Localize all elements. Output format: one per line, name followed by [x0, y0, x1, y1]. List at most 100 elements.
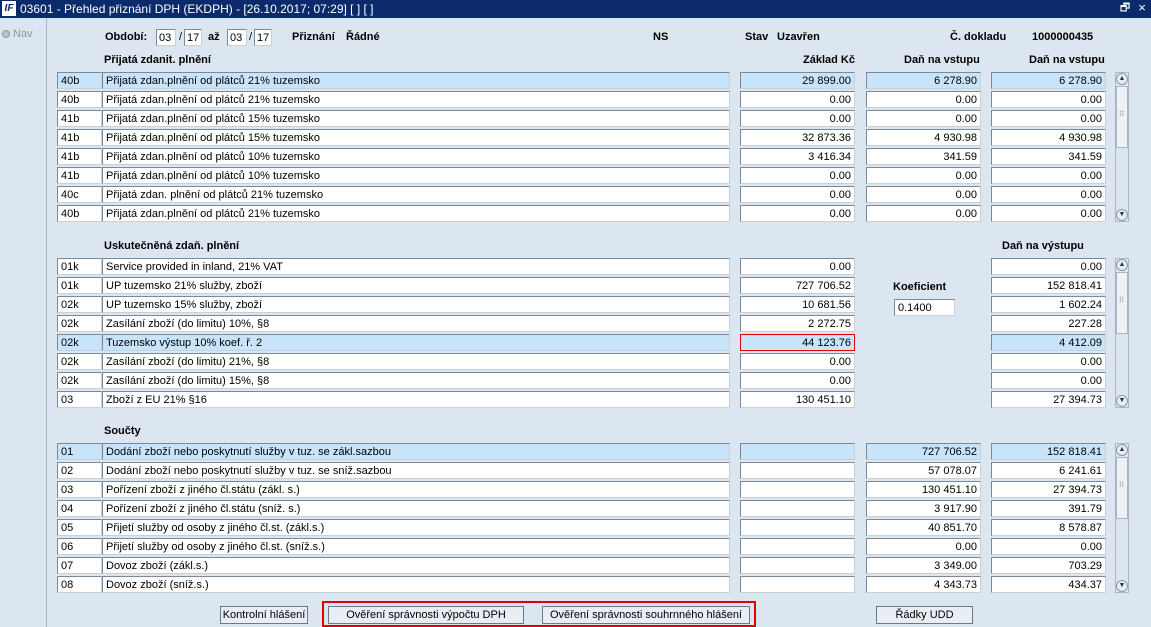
row-zaklad-field[interactable]: 2 272.75	[740, 315, 855, 332]
row-dan-vstupu-field-2[interactable]: 0.00	[991, 167, 1106, 184]
koeficient-field[interactable]: 0.1400	[894, 299, 955, 316]
row-zaklad-total-field[interactable]: 4 343.73	[866, 576, 981, 593]
row-zaklad-total-field[interactable]: 3 349.00	[866, 557, 981, 574]
row-zaklad-field[interactable]: 0.00	[740, 258, 855, 275]
row-zaklad-field[interactable]	[740, 443, 855, 460]
row-code-field[interactable]: 40b	[57, 205, 102, 222]
close-window-icon[interactable]: ×	[1136, 1, 1148, 15]
row-dan-vystupu-field[interactable]: 227.28	[991, 315, 1106, 332]
row-dan-vstupu-field[interactable]: 0.00	[866, 110, 981, 127]
row-description-field[interactable]: Zasílání zboží (do limitu) 15%, §8	[102, 372, 730, 389]
row-zaklad-field[interactable]: 0.00	[740, 353, 855, 370]
nav-toggle[interactable]: Nav	[2, 28, 33, 40]
prijata-scrollbar[interactable]: ▲ ⁝⁝ ▼	[1115, 72, 1129, 222]
row-description-field[interactable]: Zboží z EU 21% §16	[102, 391, 730, 408]
row-dan-vystupu-field[interactable]: 1 602.24	[991, 296, 1106, 313]
row-description-field[interactable]: Tuzemsko výstup 10% koef. ř. 2	[102, 334, 730, 351]
row-zaklad-field[interactable]: 0.00	[740, 372, 855, 389]
row-dan-total-field[interactable]: 0.00	[991, 538, 1106, 555]
scroll-up-icon[interactable]: ▲	[1116, 73, 1128, 85]
row-zaklad-total-field[interactable]: 40 851.70	[866, 519, 981, 536]
row-zaklad-field[interactable]: 0.00	[740, 110, 855, 127]
row-dan-vstupu-field-2[interactable]: 0.00	[991, 205, 1106, 222]
row-description-field[interactable]: Přijatá zdan.plnění od plátců 21% tuzems…	[102, 72, 730, 89]
row-code-field[interactable]: 40b	[57, 72, 102, 89]
from-month-field[interactable]: 03	[156, 29, 176, 46]
to-year-field[interactable]: 17	[254, 29, 272, 46]
restore-window-icon[interactable]: 🗗	[1119, 2, 1131, 15]
row-description-field[interactable]: Pořízení zboží z jiného čl.státu (zákl. …	[102, 481, 730, 498]
row-zaklad-total-field[interactable]: 3 917.90	[866, 500, 981, 517]
row-dan-vstupu-field-2[interactable]: 0.00	[991, 110, 1106, 127]
scroll-down-icon[interactable]: ▼	[1116, 580, 1128, 592]
row-code-field[interactable]: 03	[57, 391, 102, 408]
row-description-field[interactable]: Dodání zboží nebo poskytnutí služby v tu…	[102, 443, 730, 460]
row-dan-vstupu-field[interactable]: 4 930.98	[866, 129, 981, 146]
row-code-field[interactable]: 03	[57, 481, 102, 498]
row-zaklad-field[interactable]	[740, 462, 855, 479]
to-month-field[interactable]: 03	[227, 29, 247, 46]
row-dan-total-field[interactable]: 27 394.73	[991, 481, 1106, 498]
row-description-field[interactable]: Dovoz zboží (sníž.s.)	[102, 576, 730, 593]
row-code-field[interactable]: 01k	[57, 277, 102, 294]
row-code-field[interactable]: 06	[57, 538, 102, 555]
row-code-field[interactable]: 07	[57, 557, 102, 574]
row-dan-vstupu-field[interactable]: 0.00	[866, 167, 981, 184]
row-dan-total-field[interactable]: 8 578.87	[991, 519, 1106, 536]
row-code-field[interactable]: 02k	[57, 315, 102, 332]
kontrolni-hlaseni-button[interactable]: Kontrolní hlášení	[220, 606, 308, 624]
row-description-field[interactable]: Pořízení zboží z jiného čl.státu (sníž. …	[102, 500, 730, 517]
scroll-thumb[interactable]: ⁝⁝	[1116, 86, 1128, 148]
row-dan-vystupu-field[interactable]: 0.00	[991, 372, 1106, 389]
row-dan-total-field[interactable]: 152 818.41	[991, 443, 1106, 460]
overeni-souhrn-button[interactable]: Ověření správnosti souhrnného hlášení	[542, 606, 750, 624]
row-code-field[interactable]: 02	[57, 462, 102, 479]
row-description-field[interactable]: Přijatá zdan.plnění od plátců 15% tuzems…	[102, 110, 730, 127]
uskutecnena-scrollbar[interactable]: ▲ ⁝⁝ ▼	[1115, 258, 1129, 408]
row-dan-total-field[interactable]: 434.37	[991, 576, 1106, 593]
row-zaklad-total-field[interactable]: 130 451.10	[866, 481, 981, 498]
row-zaklad-total-field[interactable]: 57 078.07	[866, 462, 981, 479]
row-description-field[interactable]: Přijatá zdan.plnění od plátců 21% tuzems…	[102, 205, 730, 222]
row-code-field[interactable]: 04	[57, 500, 102, 517]
row-zaklad-field[interactable]	[740, 538, 855, 555]
scroll-thumb[interactable]: ⁝⁝	[1116, 457, 1128, 519]
row-code-field[interactable]: 41b	[57, 129, 102, 146]
row-description-field[interactable]: Zasílání zboží (do limitu) 21%, §8	[102, 353, 730, 370]
row-dan-vstupu-field[interactable]: 6 278.90	[866, 72, 981, 89]
row-code-field[interactable]: 40c	[57, 186, 102, 203]
row-description-field[interactable]: Zasílání zboží (do limitu) 10%, §8	[102, 315, 730, 332]
row-description-field[interactable]: Přijatá zdan.plnění od plátců 21% tuzems…	[102, 91, 730, 108]
row-zaklad-field[interactable]: 130 451.10	[740, 391, 855, 408]
row-dan-total-field[interactable]: 391.79	[991, 500, 1106, 517]
row-description-field[interactable]: Dovoz zboží (zákl.s.)	[102, 557, 730, 574]
row-zaklad-field[interactable]: 727 706.52	[740, 277, 855, 294]
row-dan-vstupu-field-2[interactable]: 6 278.90	[991, 72, 1106, 89]
row-dan-vstupu-field-2[interactable]: 0.00	[991, 186, 1106, 203]
row-dan-vstupu-field[interactable]: 0.00	[866, 205, 981, 222]
scroll-down-icon[interactable]: ▼	[1116, 209, 1128, 221]
row-code-field[interactable]: 40b	[57, 91, 102, 108]
row-zaklad-field[interactable]	[740, 500, 855, 517]
row-description-field[interactable]: Service provided in inland, 21% VAT	[102, 258, 730, 275]
row-zaklad-field[interactable]: 0.00	[740, 186, 855, 203]
row-dan-vstupu-field[interactable]: 0.00	[866, 186, 981, 203]
row-zaklad-field[interactable]	[740, 576, 855, 593]
scroll-thumb[interactable]: ⁝⁝	[1116, 272, 1128, 334]
row-zaklad-field[interactable]: 44 123.76	[740, 334, 855, 351]
row-description-field[interactable]: Dodání zboží nebo poskytnutí služby v tu…	[102, 462, 730, 479]
row-code-field[interactable]: 41b	[57, 167, 102, 184]
row-code-field[interactable]: 05	[57, 519, 102, 536]
row-code-field[interactable]: 01	[57, 443, 102, 460]
row-code-field[interactable]: 41b	[57, 110, 102, 127]
row-dan-vstupu-field[interactable]: 341.59	[866, 148, 981, 165]
soucty-scrollbar[interactable]: ▲ ⁝⁝ ▼	[1115, 443, 1129, 593]
row-code-field[interactable]: 01k	[57, 258, 102, 275]
row-zaklad-field[interactable]: 0.00	[740, 167, 855, 184]
row-description-field[interactable]: UP tuzemsko 21% služby, zboží	[102, 277, 730, 294]
row-description-field[interactable]: Přijatá zdan.plnění od plátců 15% tuzems…	[102, 129, 730, 146]
row-code-field[interactable]: 02k	[57, 353, 102, 370]
row-zaklad-field[interactable]: 0.00	[740, 205, 855, 222]
row-dan-vstupu-field-2[interactable]: 4 930.98	[991, 129, 1106, 146]
row-dan-vystupu-field[interactable]: 0.00	[991, 258, 1106, 275]
